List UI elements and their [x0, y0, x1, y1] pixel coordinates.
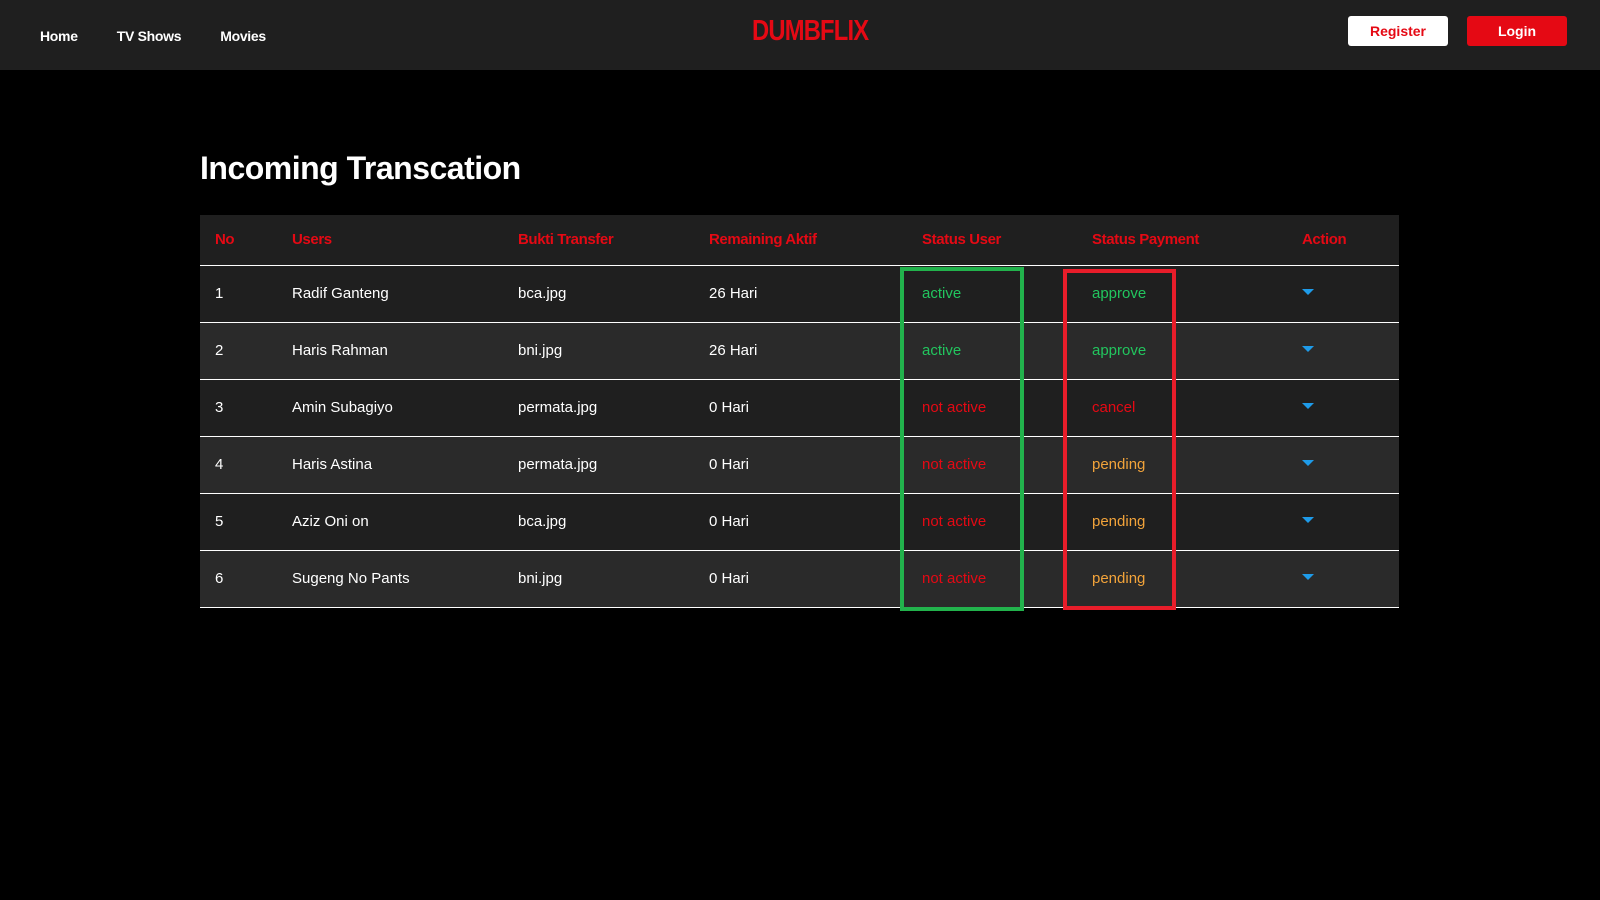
header-no: No — [200, 215, 277, 266]
caret-down-icon[interactable] — [1302, 460, 1314, 466]
cell-no: 3 — [200, 379, 277, 437]
caret-down-icon[interactable] — [1302, 574, 1314, 580]
cell-file: bni.jpg — [503, 322, 694, 380]
cell-status-user: not active — [907, 379, 1077, 437]
cell-status-payment: pending — [1077, 436, 1287, 494]
cell-user: Aziz Oni on — [277, 493, 503, 551]
cell-remaining: 26 Hari — [694, 322, 907, 380]
cell-remaining: 0 Hari — [694, 493, 907, 551]
cell-no: 6 — [200, 550, 277, 608]
cell-file: permata.jpg — [503, 379, 694, 437]
cell-user: Sugeng No Pants — [277, 550, 503, 608]
brand-logo[interactable]: DUMBFLIX — [752, 15, 869, 48]
cell-remaining: 0 Hari — [694, 550, 907, 608]
table-row: 4 Haris Astina permata.jpg 0 Hari not ac… — [200, 436, 1399, 494]
cell-user: Radif Ganteng — [277, 265, 503, 323]
cell-action — [1287, 550, 1399, 608]
login-button[interactable]: Login — [1467, 16, 1567, 46]
cell-remaining: 0 Hari — [694, 379, 907, 437]
cell-remaining: 26 Hari — [694, 265, 907, 323]
table-row: 1 Radif Ganteng bca.jpg 26 Hari active a… — [200, 265, 1399, 323]
cell-status-user: active — [907, 265, 1077, 323]
caret-down-icon[interactable] — [1302, 403, 1314, 409]
nav-home-link[interactable]: Home — [40, 28, 78, 44]
cell-action — [1287, 322, 1399, 380]
top-navbar: Home TV Shows Movies DUMBFLIX Register L… — [0, 0, 1600, 70]
cell-status-payment: pending — [1077, 550, 1287, 608]
cell-status-payment: approve — [1077, 265, 1287, 323]
table-row: 2 Haris Rahman bni.jpg 26 Hari active ap… — [200, 322, 1399, 380]
cell-no: 4 — [200, 436, 277, 494]
header-status-payment: Status Payment — [1077, 215, 1287, 266]
cell-status-payment: approve — [1077, 322, 1287, 380]
nav-tv-shows-link[interactable]: TV Shows — [117, 28, 182, 44]
nav-links: Home TV Shows Movies — [40, 0, 305, 70]
cell-remaining: 0 Hari — [694, 436, 907, 494]
cell-status-user: not active — [907, 436, 1077, 494]
table-row: 5 Aziz Oni on bca.jpg 0 Hari not active … — [200, 493, 1399, 551]
cell-file: bni.jpg — [503, 550, 694, 608]
nav-movies-link[interactable]: Movies — [220, 28, 266, 44]
cell-action — [1287, 265, 1399, 323]
table-row: 3 Amin Subagiyo permata.jpg 0 Hari not a… — [200, 379, 1399, 437]
table-header-row: No Users Bukti Transfer Remaining Aktif … — [200, 215, 1399, 266]
caret-down-icon[interactable] — [1302, 517, 1314, 523]
cell-action — [1287, 493, 1399, 551]
caret-down-icon[interactable] — [1302, 346, 1314, 352]
header-bukti-transfer: Bukti Transfer — [503, 215, 694, 266]
cell-no: 2 — [200, 322, 277, 380]
cell-file: permata.jpg — [503, 436, 694, 494]
cell-action — [1287, 379, 1399, 437]
cell-status-payment: pending — [1077, 493, 1287, 551]
cell-action — [1287, 436, 1399, 494]
cell-user: Amin Subagiyo — [277, 379, 503, 437]
cell-file: bca.jpg — [503, 265, 694, 323]
cell-status-user: not active — [907, 493, 1077, 551]
cell-status-payment: cancel — [1077, 379, 1287, 437]
caret-down-icon[interactable] — [1302, 289, 1314, 295]
cell-user: Haris Astina — [277, 436, 503, 494]
header-remaining-aktif: Remaining Aktif — [694, 215, 907, 266]
cell-no: 1 — [200, 265, 277, 323]
cell-status-user: not active — [907, 550, 1077, 608]
page-title: Incoming Transcation — [200, 150, 521, 186]
cell-file: bca.jpg — [503, 493, 694, 551]
header-action: Action — [1287, 215, 1399, 266]
table-row: 6 Sugeng No Pants bni.jpg 0 Hari not act… — [200, 550, 1399, 608]
cell-user: Haris Rahman — [277, 322, 503, 380]
register-button[interactable]: Register — [1348, 16, 1448, 46]
transactions-table-container: No Users Bukti Transfer Remaining Aktif … — [200, 215, 1399, 608]
transactions-table: No Users Bukti Transfer Remaining Aktif … — [200, 215, 1399, 608]
cell-status-user: active — [907, 322, 1077, 380]
cell-no: 5 — [200, 493, 277, 551]
header-status-user: Status User — [907, 215, 1077, 266]
header-users: Users — [277, 215, 503, 266]
